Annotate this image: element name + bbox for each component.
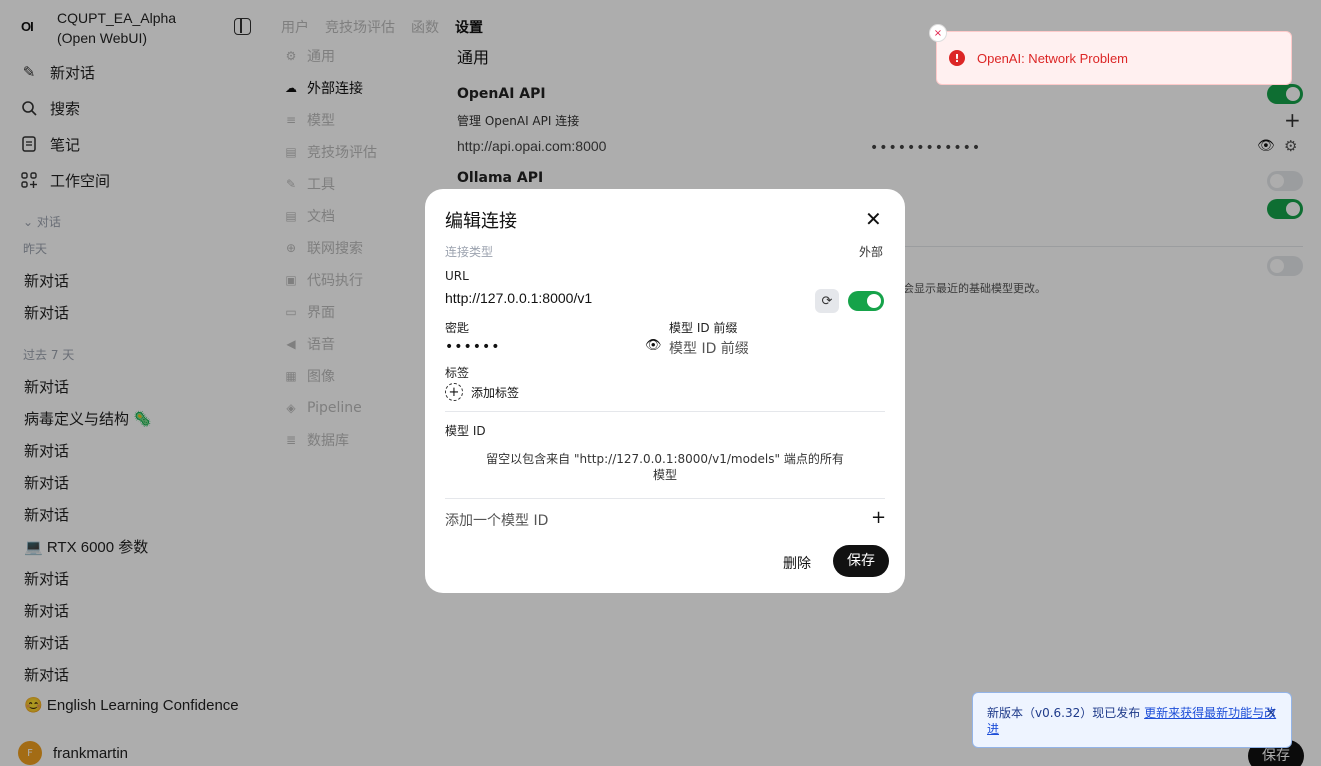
eye-icon[interactable]: 👁 xyxy=(645,338,662,353)
model-id-label: 模型 ID xyxy=(445,424,486,438)
add-model-id-input[interactable]: 添加一个模型 ID xyxy=(445,510,548,530)
add-model-plus-icon[interactable]: + xyxy=(871,507,886,528)
connection-type-value[interactable]: 外部 xyxy=(859,243,883,260)
url-label: URL xyxy=(445,269,469,283)
key-input[interactable]: •••••• xyxy=(445,339,501,355)
modal-title: 编辑连接 xyxy=(445,211,517,232)
close-icon[interactable]: × xyxy=(1265,705,1277,721)
toast-message: OpenAI: Network Problem xyxy=(977,50,1129,66)
add-tag-label: 添加标签 xyxy=(471,385,520,400)
prefix-input[interactable]: 模型 ID 前缀 xyxy=(669,338,749,358)
delete-button[interactable]: 删除 xyxy=(783,553,811,573)
key-label: 密匙 xyxy=(445,321,470,335)
toast-close-icon[interactable]: × xyxy=(929,24,947,42)
add-tag-button[interactable]: + 添加标签 xyxy=(445,383,519,401)
plus-circle-icon: + xyxy=(445,383,463,401)
update-text: 新版本（v0.6.32）现已发布 xyxy=(987,706,1141,720)
prefix-label: 模型 ID 前缀 xyxy=(669,321,738,335)
save-button[interactable]: 保存 xyxy=(833,545,889,577)
error-toast: × ! OpenAI: Network Problem xyxy=(929,24,1292,85)
divider xyxy=(445,498,885,499)
alert-icon: ! xyxy=(949,50,965,66)
divider xyxy=(445,411,885,412)
refresh-icon[interactable]: ⟳ xyxy=(815,289,839,313)
model-id-help: 留空以包含来自 "http://127.0.0.1:8000/v1/models… xyxy=(486,452,844,482)
edit-connection-modal: 编辑连接 ✕ 连接类型 外部 URL http://127.0.0.1:8000… xyxy=(425,189,905,593)
connection-enabled-toggle[interactable] xyxy=(848,291,884,311)
connection-type-label: 连接类型 xyxy=(445,245,494,259)
close-icon[interactable]: ✕ xyxy=(865,207,882,231)
update-banner: 新版本（v0.6.32）现已发布 更新来获得最新功能与改进 × xyxy=(972,692,1292,748)
tags-label: 标签 xyxy=(445,366,470,380)
url-input[interactable]: http://127.0.0.1:8000/v1 xyxy=(445,290,592,306)
